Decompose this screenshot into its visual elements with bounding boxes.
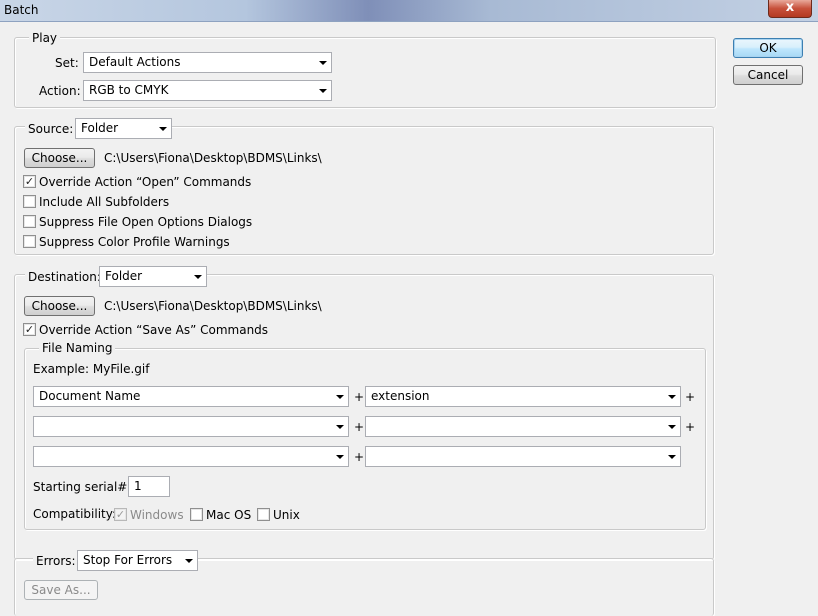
destination-choose-button[interactable]: Choose...: [24, 296, 95, 316]
source-path: C:\Users\Fiona\Desktop\BDMS\Links\: [104, 151, 322, 165]
override-open-checkbox[interactable]: ✓: [23, 175, 36, 188]
chevron-down-icon: [668, 395, 676, 399]
set-label: Set:: [55, 56, 79, 70]
checkmark-icon: ✓: [24, 175, 35, 188]
action-value: RGB to CMYK: [89, 83, 169, 97]
cancel-button[interactable]: Cancel: [733, 65, 803, 85]
play-legend: Play: [29, 31, 61, 45]
save-as-button[interactable]: Save As...: [24, 580, 98, 600]
suppress-open-options-label: Suppress File Open Options Dialogs: [39, 215, 253, 229]
destination-dropdown[interactable]: Folder: [99, 266, 207, 287]
plus-sign: +: [354, 450, 365, 464]
naming-field-value: Document Name: [39, 389, 141, 403]
suppress-open-options-checkbox[interactable]: [23, 215, 36, 228]
plus-sign: +: [685, 390, 696, 404]
chevron-down-icon: [194, 275, 202, 279]
compat-windows-checkbox[interactable]: ✓: [114, 508, 127, 521]
naming-field-5[interactable]: [33, 446, 349, 467]
destination-path: C:\Users\Fiona\Desktop\BDMS\Links\: [104, 299, 322, 313]
close-button[interactable]: x: [768, 0, 812, 18]
plus-sign: +: [685, 420, 696, 434]
window-title: Batch: [4, 3, 39, 17]
override-save-as-label: Override Action “Save As” Commands: [39, 323, 269, 337]
checkmark-icon: ✓: [24, 323, 35, 336]
chevron-down-icon: [668, 455, 676, 459]
naming-field-value: extension: [371, 389, 430, 403]
close-icon: x: [785, 0, 795, 15]
chevron-down-icon: [336, 425, 344, 429]
chevron-down-icon: [319, 61, 327, 65]
file-naming-example: Example: MyFile.gif: [33, 362, 150, 376]
file-naming-legend: File Naming: [39, 341, 116, 355]
action-dropdown[interactable]: RGB to CMYK: [83, 80, 332, 101]
plus-sign: +: [354, 390, 365, 404]
compat-unix-checkbox[interactable]: [257, 508, 270, 521]
override-save-as-checkbox[interactable]: ✓: [23, 323, 36, 336]
naming-field-4[interactable]: [365, 416, 681, 437]
serial-label: Starting serial#:: [33, 480, 132, 494]
set-dropdown[interactable]: Default Actions: [83, 52, 332, 73]
chevron-down-icon: [668, 425, 676, 429]
title-bar: Batch x: [0, 0, 818, 22]
destination-value: Folder: [105, 269, 143, 283]
serial-value: 1: [134, 479, 142, 493]
compat-macos-checkbox[interactable]: [190, 508, 203, 521]
ok-button[interactable]: OK: [733, 38, 803, 58]
plus-sign: +: [354, 420, 365, 434]
chevron-down-icon: [319, 89, 327, 93]
naming-field-2[interactable]: extension: [365, 386, 681, 407]
source-dropdown[interactable]: Folder: [75, 118, 172, 139]
naming-field-3[interactable]: [33, 416, 349, 437]
source-choose-button[interactable]: Choose...: [24, 148, 95, 168]
compat-macos-label: Mac OS: [206, 508, 252, 522]
include-subfolders-label: Include All Subfolders: [39, 195, 170, 209]
errors-dropdown[interactable]: Stop For Errors: [77, 550, 198, 571]
naming-field-6[interactable]: [365, 446, 681, 467]
serial-input[interactable]: 1: [128, 476, 170, 497]
naming-field-1[interactable]: Document Name: [33, 386, 349, 407]
compatibility-label: Compatibility:: [33, 507, 117, 521]
chevron-down-icon: [336, 395, 344, 399]
set-value: Default Actions: [89, 55, 181, 69]
action-label: Action:: [39, 84, 81, 98]
override-open-label: Override Action “Open” Commands: [39, 175, 252, 189]
source-label: Source:: [25, 122, 77, 136]
dialog-body: OK Cancel Play Set: Default Actions Acti…: [0, 22, 818, 616]
errors-label: Errors:: [33, 554, 79, 568]
source-value: Folder: [81, 121, 119, 135]
destination-label: Destination:: [25, 270, 104, 284]
suppress-color-warnings-label: Suppress Color Profile Warnings: [39, 235, 230, 249]
errors-value: Stop For Errors: [83, 553, 173, 567]
suppress-color-warnings-checkbox[interactable]: [23, 235, 36, 248]
chevron-down-icon: [185, 559, 193, 563]
include-subfolders-checkbox[interactable]: [23, 195, 36, 208]
chevron-down-icon: [336, 455, 344, 459]
compat-windows-label: Windows: [130, 508, 184, 522]
checkmark-icon: ✓: [115, 508, 126, 521]
compat-unix-label: Unix: [273, 508, 300, 522]
chevron-down-icon: [159, 127, 167, 131]
